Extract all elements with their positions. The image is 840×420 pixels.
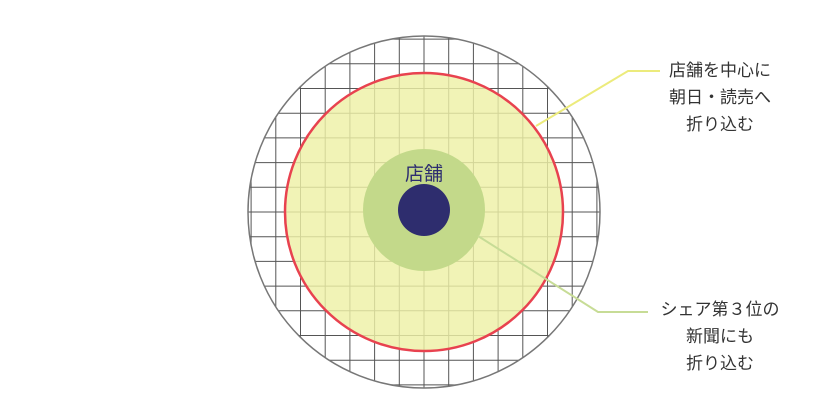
callout-top-line-1: 店舗を中心に (669, 61, 771, 81)
callout-bottom-line-2: 新聞にも (686, 327, 754, 347)
callout-top-line-3: 折り込む (686, 115, 754, 135)
callout-top-line-2: 朝日・読売へ (669, 88, 771, 108)
store-dot (398, 184, 450, 236)
callout-bottom-line-1: シェア第３位の (660, 300, 780, 320)
callout-top: 店舗を中心に 朝日・読売へ 折り込む (645, 58, 795, 139)
callout-bottom: シェア第３位の 新聞にも 折り込む (645, 297, 795, 378)
store-label: 店舗 (404, 163, 443, 185)
callout-bottom-line-3: 折り込む (686, 354, 754, 374)
